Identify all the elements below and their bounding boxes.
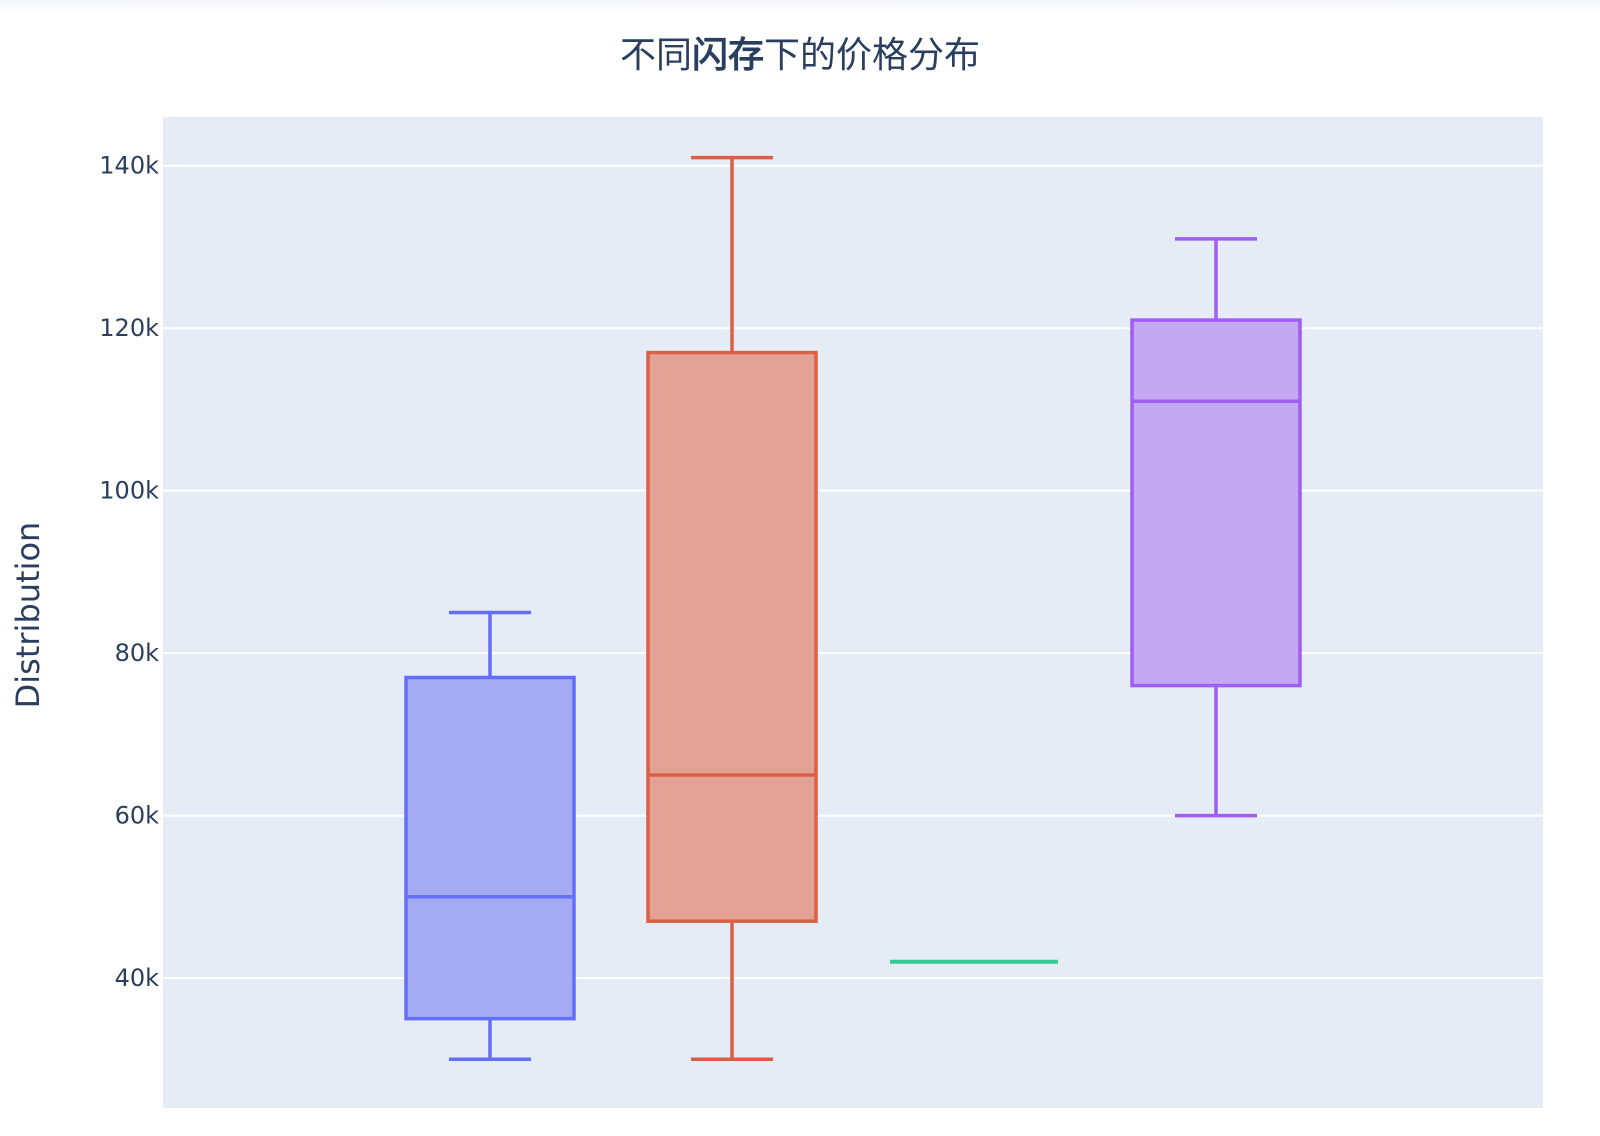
box-1-body bbox=[646, 350, 818, 923]
box-0[interactable] bbox=[404, 610, 576, 1062]
box-3-body bbox=[1130, 318, 1302, 688]
chart: 40k 60k 80k 100k 120k 140k bbox=[99, 117, 1543, 1108]
y-tick-labels: 40k 60k 80k 100k 120k 140k bbox=[99, 152, 159, 992]
y-tick-label-5: 140k bbox=[99, 152, 159, 180]
y-tick-label-1: 60k bbox=[115, 802, 160, 830]
y-tick-label-3: 100k bbox=[99, 477, 159, 505]
plot-background bbox=[163, 117, 1543, 1108]
box-0-body bbox=[404, 675, 576, 1021]
y-axis-title-text: Distribution bbox=[9, 521, 47, 709]
y-tick-label-2: 80k bbox=[115, 639, 160, 667]
y-tick-label-0: 40k bbox=[115, 964, 160, 992]
y-tick-label-4: 120k bbox=[99, 314, 159, 342]
